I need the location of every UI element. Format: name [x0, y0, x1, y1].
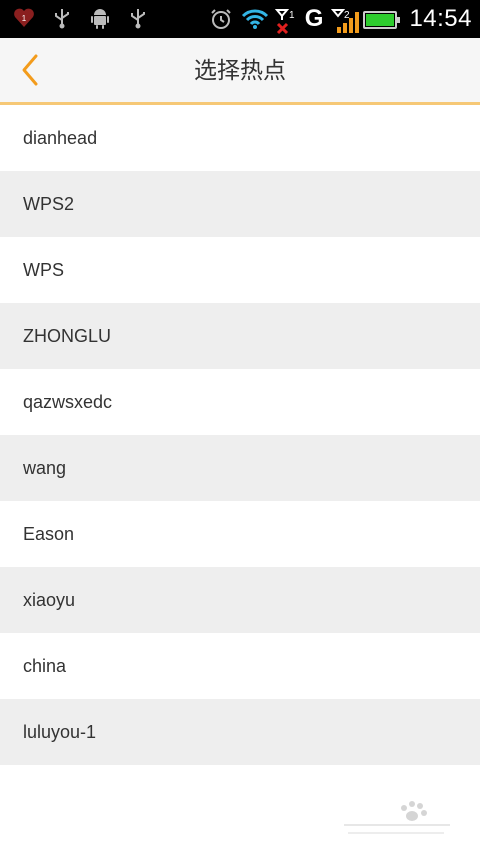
list-item[interactable]: WPS	[0, 237, 480, 303]
android-debug-icon	[88, 6, 112, 30]
page-title: 选择热点	[194, 57, 286, 83]
sim2-signal-icon: 2	[331, 7, 360, 33]
svg-text:1: 1	[22, 14, 27, 23]
usb-icon	[50, 6, 74, 30]
sim1-no-signal-icon: 1	[273, 7, 297, 35]
watermark-logo	[342, 798, 452, 846]
battery-icon	[363, 10, 401, 29]
svg-text:1: 1	[289, 10, 295, 21]
list-item[interactable]: Eason	[0, 501, 480, 567]
hotspot-list: dianhead WPS2 WPS ZHONGLU qazwsxedc wang…	[0, 105, 480, 765]
list-item[interactable]: qazwsxedc	[0, 369, 480, 435]
list-item[interactable]: WPS2	[0, 171, 480, 237]
list-item[interactable]: dianhead	[0, 105, 480, 171]
list-item[interactable]: luluyou-1	[0, 699, 480, 765]
wifi-icon	[241, 7, 268, 31]
list-item[interactable]: wang	[0, 435, 480, 501]
list-item[interactable]: ZHONGLU	[0, 303, 480, 369]
status-bar: 1 1 G 2 14:54	[0, 0, 480, 38]
header-bar: 选择热点	[0, 38, 480, 105]
usb-icon	[126, 6, 150, 30]
list-item[interactable]: xiaoyu	[0, 567, 480, 633]
heart-notification-icon: 1	[12, 6, 36, 30]
network-type-label: G	[304, 5, 324, 32]
status-time: 14:54	[409, 5, 472, 32]
alarm-icon	[209, 7, 233, 31]
list-item[interactable]: china	[0, 633, 480, 699]
